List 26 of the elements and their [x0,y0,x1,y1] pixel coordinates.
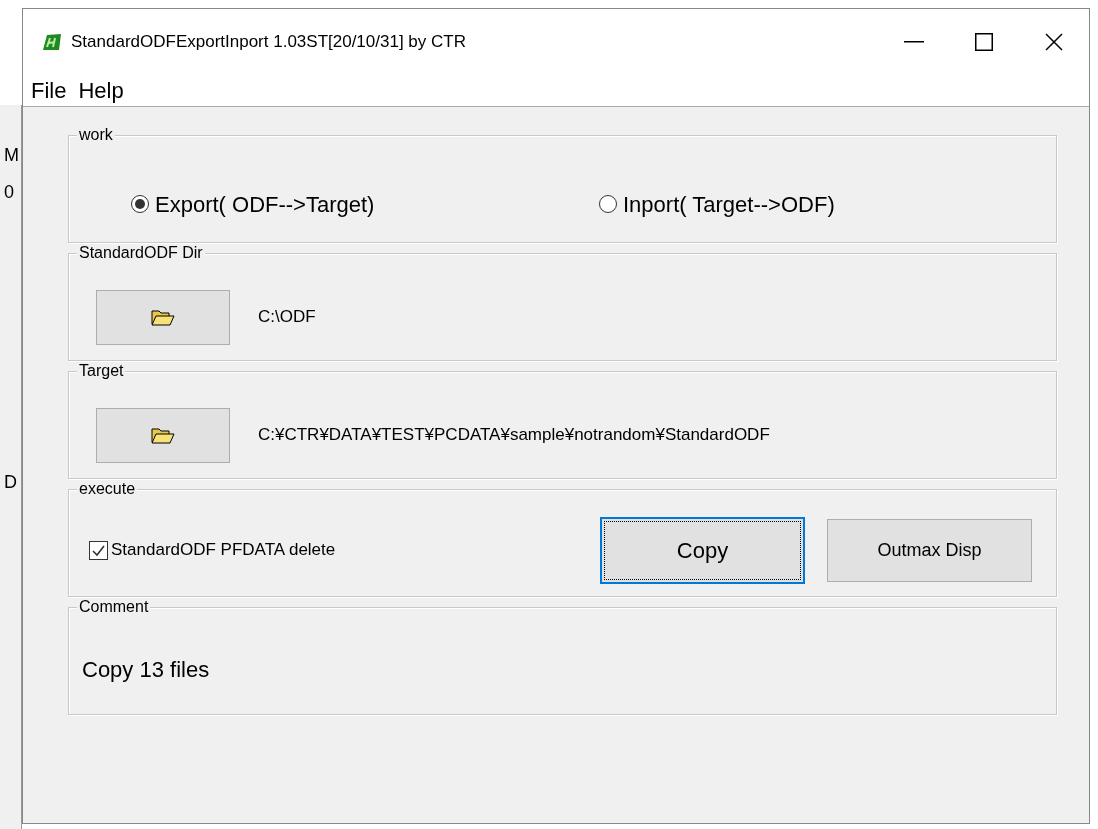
app-icon [41,33,63,51]
radio-button[interactable] [599,195,617,213]
path-text: C:\ODF [258,306,316,329]
checkbox[interactable] [89,540,108,560]
folder-button[interactable] [96,407,230,463]
folder-icon [151,307,175,327]
comment-text: Copy 13 files [81,655,210,684]
window-title: StandardODFExportInport 1.03ST[20/10/31] by CTR [71,31,466,54]
background-text: D [3,471,18,494]
radio-button[interactable] [131,195,149,213]
radio-option[interactable]: Export( ODF-->Target) [131,187,599,221]
group-label: Target [77,362,126,380]
action-button[interactable]: Copy [600,516,805,584]
background-text: M [3,144,20,167]
maximize-icon [975,33,993,51]
checkbox-option[interactable]: StandardODF PFDATA delete [89,537,600,563]
menu-item[interactable]: Help [76,74,126,107]
path-text: C:¥CTR¥DATA¥TEST¥PCDATA¥sample¥notrandom¥StandardODF [258,424,770,447]
radio-option[interactable]: Inport( Target-->ODF) [599,187,835,221]
menu-item[interactable]: File [29,74,69,107]
folder-button[interactable] [96,289,230,345]
minimize-icon [904,41,924,43]
action-button[interactable]: Outmax Disp [827,518,1032,582]
folder-icon [151,425,175,445]
close-icon [1045,33,1063,51]
background-text: 0 [3,181,15,204]
